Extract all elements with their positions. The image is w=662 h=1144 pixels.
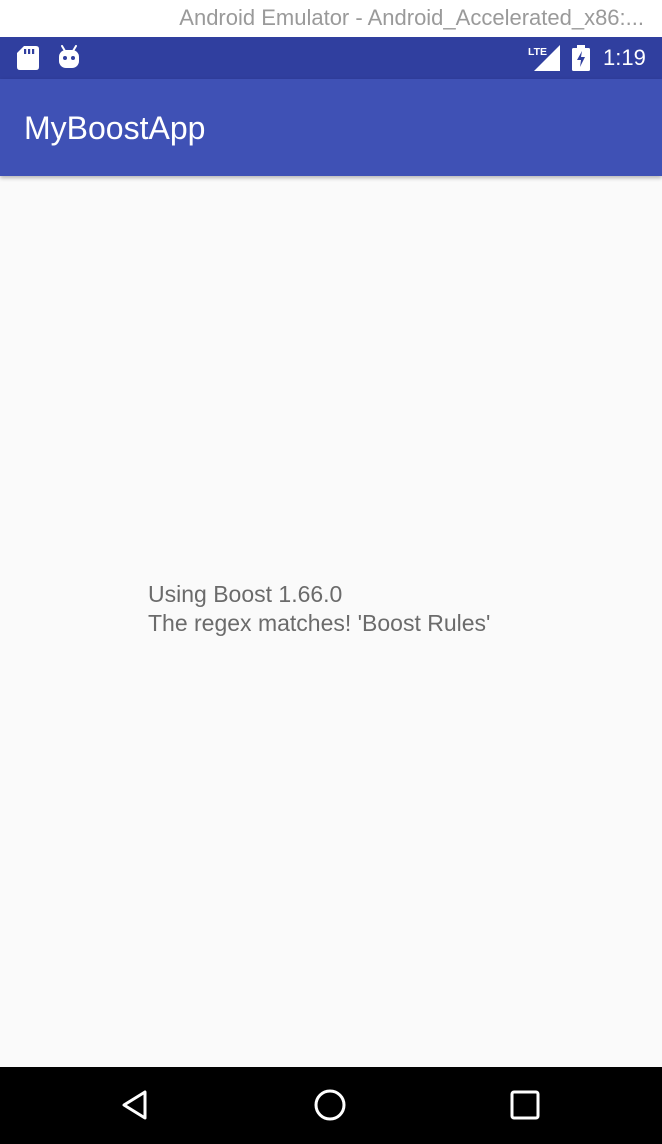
app-title: MyBoostApp bbox=[24, 110, 206, 146]
home-icon[interactable] bbox=[310, 1085, 350, 1125]
sd-card-icon bbox=[17, 46, 39, 70]
window-title: Android Emulator - Android_Accelerated_x… bbox=[179, 5, 644, 30]
lte-label: LTE bbox=[528, 46, 547, 58]
main-content: Using Boost 1.66.0 The regex matches! 'B… bbox=[0, 176, 662, 1067]
boost-version-line: Using Boost 1.66.0 bbox=[148, 581, 343, 607]
android-debug-icon bbox=[59, 45, 79, 68]
result-text: Using Boost 1.66.0 The regex matches! 'B… bbox=[148, 580, 490, 638]
battery-charging-icon bbox=[572, 45, 590, 71]
regex-result-line: The regex matches! 'Boost Rules' bbox=[148, 610, 491, 636]
back-icon[interactable] bbox=[116, 1085, 156, 1125]
app-bar: MyBoostApp bbox=[0, 79, 662, 176]
lte-signal-icon: LTE bbox=[528, 45, 560, 71]
emulator-window: Android Emulator - Android_Accelerated_x… bbox=[0, 0, 662, 1144]
navigation-bar bbox=[0, 1067, 662, 1144]
recents-icon[interactable] bbox=[505, 1085, 545, 1125]
window-title-bar[interactable]: Android Emulator - Android_Accelerated_x… bbox=[0, 0, 662, 37]
status-bar: LTE 1:19 bbox=[0, 37, 662, 79]
status-clock: 1:19 bbox=[603, 45, 646, 70]
